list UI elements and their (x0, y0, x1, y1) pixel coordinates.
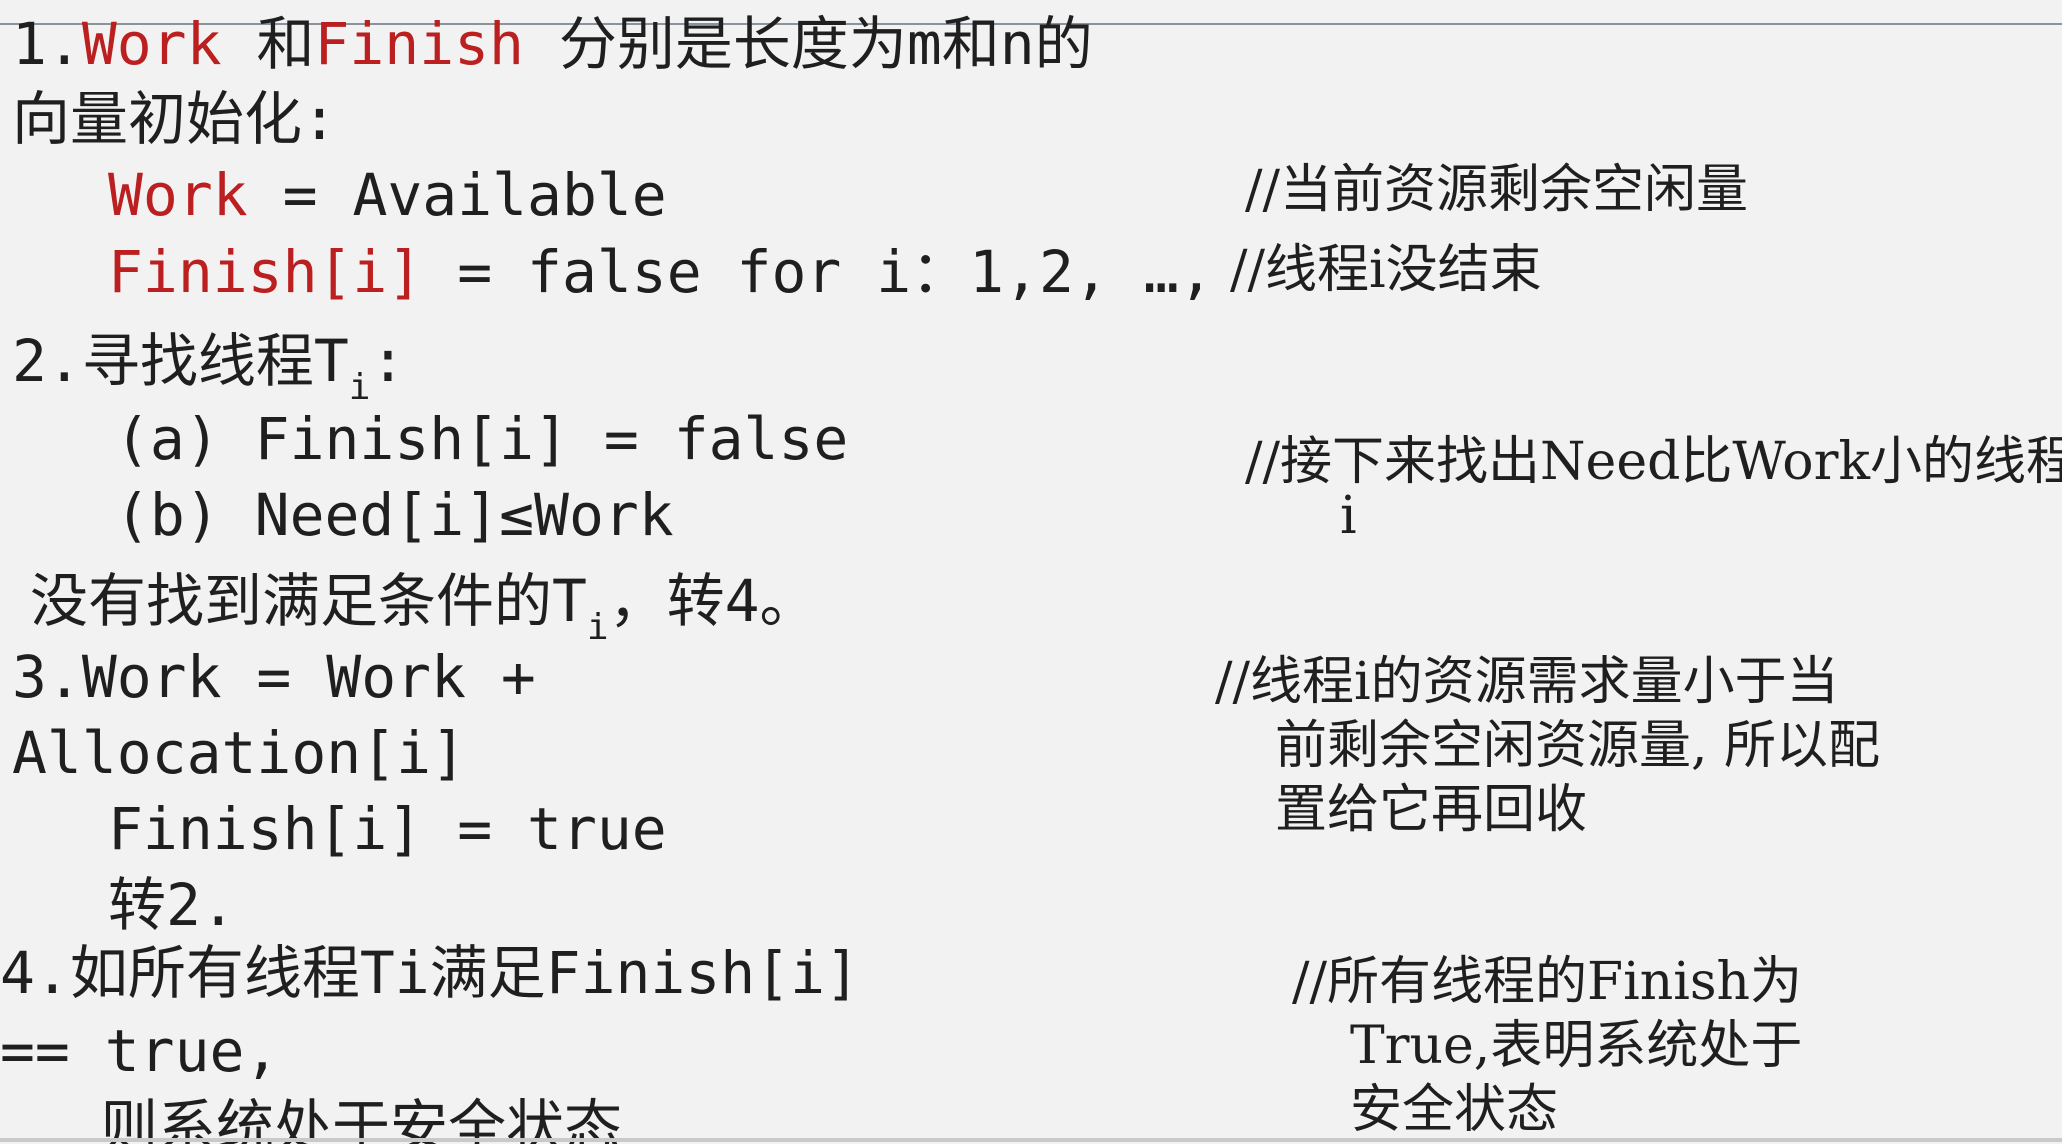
step1-init-label: 向量初始化: (12, 85, 337, 153)
step3-line1: 3.Work = Work + (12, 643, 536, 711)
step1-work-label: Work (81, 10, 222, 78)
step3-comment-line3: 置给它再回收 (1275, 780, 1588, 840)
step2-title: 寻找线程T (81, 327, 349, 395)
finish-var: Finish[i] (108, 238, 423, 306)
step2-subscript: i (348, 367, 371, 408)
step4-line1: 4.如所有线程Ti满足Finish[i] (0, 939, 860, 1007)
work-init-line: Work = Available (108, 166, 667, 224)
step4-line2: == true, (0, 1017, 280, 1085)
step3-comment-line1: //线程i的资源需求量小于当 (1215, 652, 1839, 712)
step4-comment-line1: //所有线程的Finish为 (1292, 952, 1803, 1012)
no-thread-text: 没有找到满足条件的T (30, 567, 587, 635)
finish-comment: //线程i没结束 (1230, 240, 1542, 300)
step2-comment-line1: //接下来找出Need比Work小的线程 (1245, 432, 2062, 492)
step2-comment-line2: i (1340, 486, 1357, 546)
slide: 1.Work 和Finish 分别是长度为m和n的 向量初始化: Work = … (0, 0, 2062, 1144)
step3-line4: 转2. (108, 871, 236, 939)
step2-number: 2. (12, 327, 82, 395)
step1-and: 和 (221, 10, 315, 78)
step3-comment-line2: 前剩余空闲资源量, 所以配 (1275, 716, 1881, 776)
condition-b: (b) Need[i]≤Work (115, 481, 674, 549)
step2-heading: 2.寻找线程Ti: (12, 332, 405, 406)
step1-number: 1. (12, 10, 82, 78)
step3-line2: Allocation[i] (12, 719, 466, 787)
condition-a: (a) Finish[i] = false (115, 405, 849, 473)
no-thread-found: 没有找到满足条件的Ti，转4。 (30, 572, 818, 646)
finish-init-line: Finish[i] = false for i：1,2, …, (108, 243, 1214, 301)
step4-comment-line3: 安全状态 (1350, 1080, 1559, 1140)
finish-assign: = false for i：1,2, …, (422, 238, 1214, 306)
step4-comment-line2: True,表明系统处于 (1350, 1016, 1803, 1076)
step1-heading-rest: 分别是长度为m和n的 (523, 10, 1093, 78)
no-thread-goto: ，转4。 (608, 567, 818, 635)
step2-colon: : (370, 327, 406, 395)
step1-heading: 1.Work 和Finish 分别是长度为m和n的 (12, 15, 1093, 73)
step1-finish-label: Finish (314, 10, 524, 78)
no-thread-subscript: i (586, 607, 609, 648)
work-assign: = Available (247, 161, 667, 229)
work-var: Work (108, 161, 248, 229)
bottom-edge (0, 1138, 2062, 1142)
step3-line3: Finish[i] = true (108, 795, 667, 863)
work-comment: //当前资源剩余空闲量 (1245, 160, 1749, 220)
